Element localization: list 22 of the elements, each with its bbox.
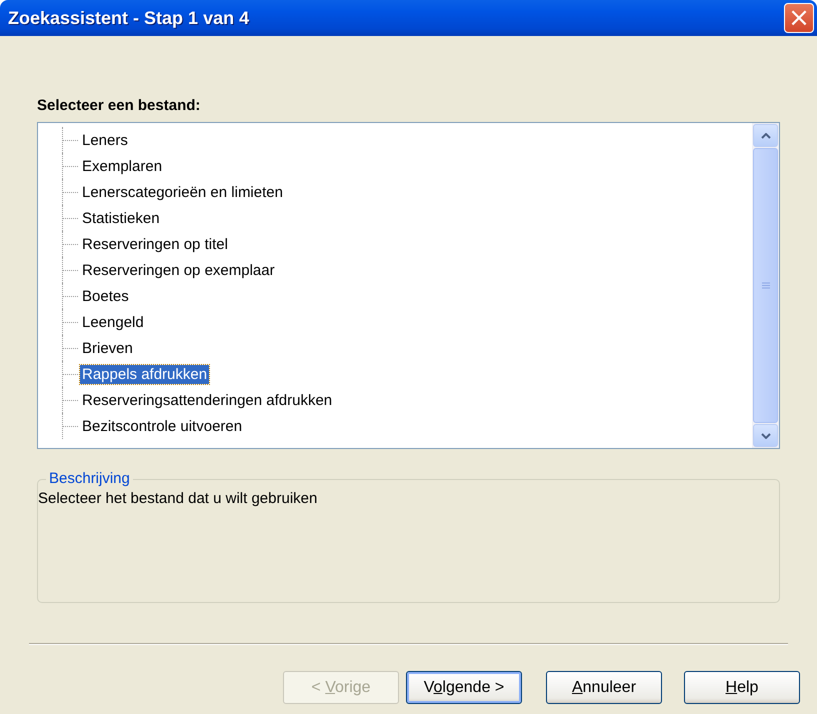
tree-item[interactable]: Statistieken [80,208,162,228]
description-text: Selecteer het bestand dat u wilt gebruiken [38,490,318,507]
tree-item[interactable]: Leengeld [80,312,146,332]
close-button[interactable]: × [784,3,814,33]
tree-item[interactable]: Leners [80,130,130,150]
tree-item[interactable]: Reserveringsattenderingen afdrukken [80,390,334,410]
prompt-label: Selecteer een bestand: [37,97,202,114]
group-legend: Beschrijving [46,470,133,487]
window-title: Zoekassistent - Stap 1 van 4 [8,8,250,28]
grip-icon [762,282,770,289]
tree-item[interactable]: Lenerscategorieën en limieten [80,182,285,202]
wizard-button[interactable]: Help [684,671,800,704]
tree-item[interactable]: Boetes [80,286,131,306]
tree-item[interactable]: Bezitscontrole uitvoeren [80,416,244,436]
scrollbar[interactable] [752,123,779,448]
tree-item[interactable]: Rappels afdrukken [80,364,210,384]
wizard-button[interactable]: Volgende > [406,671,522,704]
tree-item[interactable]: Exemplaren [80,156,164,176]
tree-item[interactable]: Brieven [80,338,135,358]
wizard-button[interactable]: Annuleer [546,671,662,704]
tree-item[interactable]: Reserveringen op exemplaar [80,260,277,280]
tree-item[interactable]: Reserveringen op titel [80,234,230,254]
